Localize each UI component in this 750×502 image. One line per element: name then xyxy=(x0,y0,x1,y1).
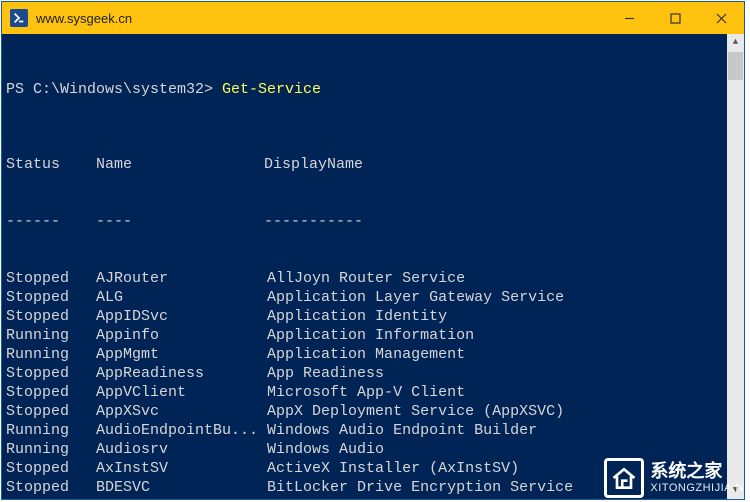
service-rows: Stopped AJRouter AllJoyn Router ServiceS… xyxy=(6,269,740,499)
table-row: Running Appinfo Application Information xyxy=(6,326,740,345)
minimize-button[interactable] xyxy=(606,2,652,34)
titlebar[interactable]: www.sysgeek.cn xyxy=(2,2,744,34)
table-row: Running AppMgmt Application Management xyxy=(6,345,740,364)
table-row: Stopped AppIDSvc Application Identity xyxy=(6,307,740,326)
table-row: Stopped AppVClient Microsoft App-V Clien… xyxy=(6,383,740,402)
table-header: Status NameDisplayName xyxy=(6,155,740,174)
table-row: Stopped AppXSvc AppX Deployment Service … xyxy=(6,402,740,421)
prompt: PS C:\Windows\system32> xyxy=(6,81,222,98)
close-button[interactable] xyxy=(698,2,744,34)
maximize-button[interactable] xyxy=(652,2,698,34)
table-row: Running BFE Base Filtering Engine xyxy=(6,497,740,499)
table-row: Stopped AJRouter AllJoyn Router Service xyxy=(6,269,740,288)
table-divider: ------ --------------- xyxy=(6,212,740,231)
scroll-up-icon[interactable]: ▲ xyxy=(727,34,744,51)
powershell-icon xyxy=(10,9,28,27)
scroll-thumb[interactable] xyxy=(728,52,743,80)
prompt-line: PS C:\Windows\system32> Get-Service xyxy=(6,80,740,99)
scroll-down-icon[interactable]: ▼ xyxy=(727,482,744,499)
terminal[interactable]: PS C:\Windows\system32> Get-Service Stat… xyxy=(2,34,744,499)
command-input: Get-Service xyxy=(222,81,321,98)
table-row: Running Audiosrv Windows Audio xyxy=(6,440,740,459)
table-row: Stopped AxInstSV ActiveX Installer (AxIn… xyxy=(6,459,740,478)
table-row: Stopped AppReadiness App Readiness xyxy=(6,364,740,383)
table-row: Stopped ALG Application Layer Gateway Se… xyxy=(6,288,740,307)
window-controls xyxy=(606,2,744,34)
window-title: www.sysgeek.cn xyxy=(36,11,132,26)
scrollbar[interactable]: ▲ ▼ xyxy=(727,34,744,499)
table-row: Running AudioEndpointBu... Windows Audio… xyxy=(6,421,740,440)
table-row: Stopped BDESVC BitLocker Drive Encryptio… xyxy=(6,478,740,497)
powershell-window: www.sysgeek.cn PS C:\Windows\system32> G… xyxy=(1,1,745,500)
